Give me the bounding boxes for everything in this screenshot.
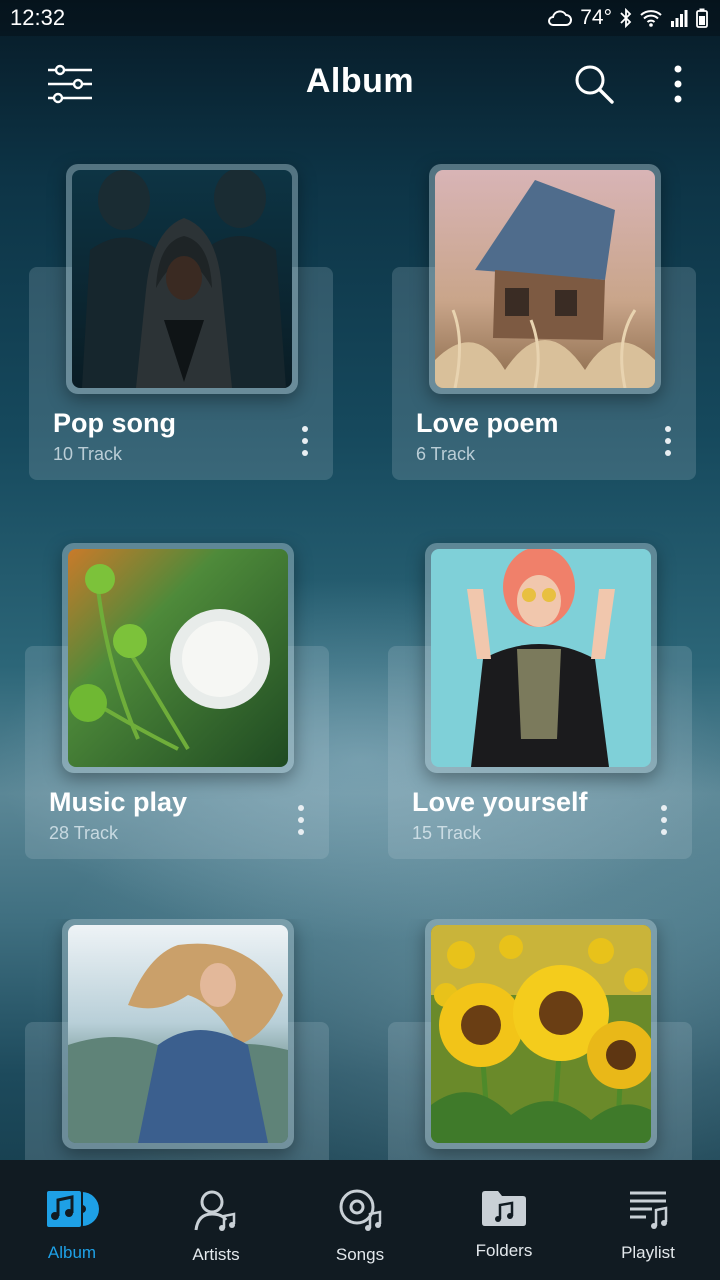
album-track-count: 10 Track <box>53 444 123 464</box>
status-icons: 74° <box>546 6 708 30</box>
folder-music-icon <box>480 1188 528 1233</box>
bottom-navigation: Album Artists Songs Folders Playlist <box>0 1160 720 1280</box>
songs-disc-icon <box>338 1188 382 1237</box>
bluetooth-icon <box>620 8 632 28</box>
album-more-button[interactable] <box>291 419 319 463</box>
album-card[interactable]: Pop song 10 Track <box>29 164 333 480</box>
nav-label-folders: Folders <box>475 1241 533 1260</box>
album-cover[interactable] <box>62 919 294 1149</box>
album-card[interactable]: Love yourself 15 Track <box>388 543 692 859</box>
nav-item-artists[interactable]: Artists <box>144 1160 288 1280</box>
group-portrait-art <box>72 170 292 388</box>
nav-item-folders[interactable]: Folders <box>432 1160 576 1280</box>
album-title: Love poem <box>416 408 559 438</box>
app-header: Album <box>0 36 720 126</box>
search-icon[interactable] <box>566 56 622 112</box>
album-title: Pop song <box>53 408 176 438</box>
album-title: Love yourself <box>412 787 588 817</box>
playlist-icon <box>626 1188 670 1235</box>
fairy-house-art <box>435 170 655 388</box>
wifi-icon <box>640 9 662 27</box>
nav-label-playlist: Playlist <box>621 1243 675 1262</box>
battery-icon <box>696 8 708 28</box>
nav-item-playlist[interactable]: Playlist <box>576 1160 720 1280</box>
album-track-count: 15 Track <box>412 823 482 843</box>
more-vertical-icon[interactable] <box>650 56 706 112</box>
album-card[interactable]: Music play 28 Track <box>25 543 329 859</box>
nav-label-artists: Artists <box>192 1245 240 1264</box>
pink-hair-woman-art <box>431 549 651 767</box>
album-more-button[interactable] <box>654 419 682 463</box>
sunflowers-art <box>431 925 651 1143</box>
status-temperature: 74° <box>580 6 612 29</box>
album-cover[interactable] <box>62 543 294 773</box>
white-flower-art <box>68 549 288 767</box>
album-card[interactable]: Love poem 6 Track <box>392 164 696 480</box>
nav-label-songs: Songs <box>335 1245 385 1264</box>
album-icon <box>44 1188 100 1235</box>
album-cover[interactable] <box>425 543 657 773</box>
nav-item-songs[interactable]: Songs <box>288 1160 432 1280</box>
status-time: 12:32 <box>10 5 66 30</box>
nav-label-album: Album <box>47 1243 97 1262</box>
album-title: Music play <box>49 787 188 817</box>
album-track-count: 28 Track <box>49 823 119 843</box>
status-bar: 12:32 74° <box>0 0 720 36</box>
cloud-icon <box>546 9 573 27</box>
signal-icon <box>670 9 688 27</box>
nav-item-album[interactable]: Album <box>0 1160 144 1280</box>
windblown-hair-woman-art <box>68 925 288 1143</box>
album-cover[interactable] <box>66 164 298 394</box>
album-more-button[interactable] <box>287 798 315 842</box>
album-more-button[interactable] <box>650 798 678 842</box>
album-cover[interactable] <box>425 919 657 1149</box>
album-card[interactable] <box>388 919 692 1160</box>
album-cover[interactable] <box>429 164 661 394</box>
album-track-count: 6 Track <box>416 444 476 464</box>
album-card[interactable] <box>25 919 329 1160</box>
artist-icon <box>194 1188 238 1237</box>
